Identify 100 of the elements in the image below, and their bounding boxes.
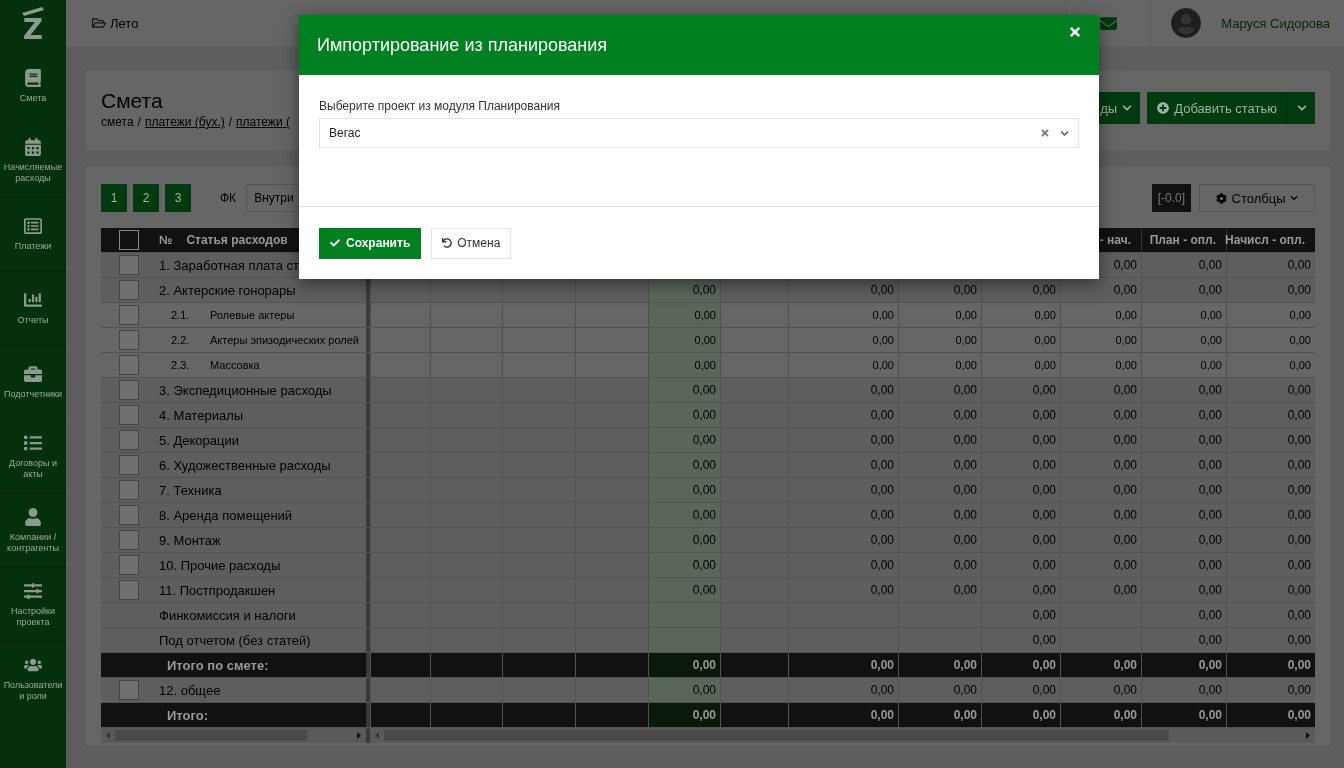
amount-cell: 0,00 [1141,603,1226,627]
row-checkbox[interactable] [119,680,139,700]
avatar [1171,8,1202,38]
amount-cell: 0,00 [1141,428,1226,452]
highlighted-cell: 0,00 [648,453,720,477]
amount-cell: 0,00 [1141,303,1226,327]
level-button[interactable]: 2 [133,184,159,212]
amount-cell: 0,00 [1141,553,1226,577]
amount-cell: 0,00 [981,628,1060,652]
caret-icon [1296,103,1307,113]
column-header[interactable]: Начисл - опл. [1226,228,1315,252]
amount-cell: 0,00 [788,553,898,577]
amount-cell: 0,00 [1060,503,1141,527]
sidebar-item[interactable]: Платежи [0,198,66,272]
row-checkbox[interactable] [119,530,139,550]
amount-cell: 0,00 [788,353,898,377]
expense-item-name: Под отчетом (без статей) [159,632,311,648]
clear-icon[interactable] [1040,128,1050,138]
scrollbar[interactable] [101,728,366,743]
amount-cell: 0,00 [788,378,898,402]
total-amount: 0,00 [1141,653,1226,677]
project-select[interactable]: Вегас [319,118,1079,148]
amount-cell: 0,00 [898,553,981,577]
highlighted-cell: 0,00 [648,703,720,727]
caret-icon [1122,103,1133,113]
amount-cell: 0,00 [1226,678,1315,702]
add-item-button[interactable]: Добавить статью [1147,92,1287,124]
sidebar-item[interactable]: Начисляемые расходы [0,124,66,198]
amount-cell: 0,00 [981,428,1060,452]
amount-cell: 0,00 [788,403,898,427]
highlighted-cell: 0,00 [648,303,720,327]
amount-cell: 0,00 [981,478,1060,502]
expense-item-name: Массовка [210,359,260,371]
amount-cell: 0,00 [788,528,898,552]
scrollbar[interactable] [370,728,1315,743]
amount-cell: 0,00 [1060,453,1141,477]
sidebar-item[interactable]: Смета [0,50,66,124]
columns-button[interactable]: Столбцы [1199,184,1315,212]
amount-cell: 0,00 [788,428,898,452]
amount-cell: 0,00 [788,328,898,352]
column-header[interactable]: План - опл. [1141,228,1226,252]
precision-button[interactable]: [-0.0] [1151,184,1191,212]
row-checkbox[interactable] [119,255,139,275]
project-link[interactable]: Лето [92,15,139,31]
sidebar-item[interactable]: Подотчетники [0,346,66,420]
settings-icon [1215,192,1227,204]
amount-cell: 0,00 [788,678,898,702]
expense-item-name: 6. Художественные расходы [159,457,331,473]
expense-item-name: 12. общее [159,682,221,698]
amount-cell: 0,00 [1141,528,1226,552]
amount-cell: 0,00 [1060,678,1141,702]
cancel-button[interactable]: Отмена [431,227,512,259]
amount-cell: 0,00 [1226,503,1315,527]
select-all-checkbox[interactable] [119,230,139,250]
row-checkbox[interactable] [119,505,139,525]
row-checkbox[interactable] [119,405,139,425]
expense-item-name: 10. Прочие расходы [159,557,281,573]
amount-cell: 0,00 [1226,553,1315,577]
highlighted-cell: 0,00 [648,653,720,677]
save-button[interactable]: Сохранить [319,227,422,259]
row-checkbox[interactable] [119,380,139,400]
column-header: № [159,233,173,247]
caret-button[interactable] [1287,92,1315,124]
plus-icon [1157,102,1170,114]
breadcrumb-link[interactable]: платежи (бух.) [144,115,225,129]
expense-item-name: 9. Монтаж [159,532,221,548]
highlighted-cell: 0,00 [648,378,720,402]
bar-chart-icon [24,291,42,310]
row-checkbox[interactable] [119,580,139,600]
amount-cell: 0,00 [1226,303,1315,327]
row-checkbox[interactable] [119,355,139,375]
amount-cell: 0,00 [981,503,1060,527]
row-checkbox[interactable] [119,480,139,500]
sidebar-item[interactable]: Договоры и акты [0,420,66,494]
breadcrumb-link[interactable]: платежи ( [236,115,290,129]
sidebar-item[interactable]: Настройки проекта [0,568,66,642]
column-header: Статья расходов [186,233,288,247]
level-button[interactable]: 1 [101,184,127,212]
expense-item-name: 11. Постпродакшен [159,582,276,598]
amount-cell: 0,00 [1060,403,1141,427]
row-checkbox[interactable] [119,455,139,475]
undo-icon [442,238,453,248]
row-checkbox[interactable] [119,430,139,450]
sidebar-item[interactable]: Отчеты [0,272,66,346]
total-label: Итого: [166,707,208,723]
mail-icon[interactable] [1099,14,1117,32]
sidebar-item[interactable]: Пользователи и роли [0,642,66,716]
logo[interactable]: Z [21,6,45,44]
highlighted-cell: 0,00 [648,428,720,452]
row-checkbox[interactable] [119,555,139,575]
total-amount: 0,00 [1226,653,1315,677]
amount-cell: 0,00 [981,553,1060,577]
close-button[interactable] [1068,25,1082,39]
level-button[interactable]: 3 [165,184,191,212]
amount-cell: 0,00 [1141,378,1226,402]
row-checkbox[interactable] [119,330,139,350]
row-checkbox[interactable] [119,280,139,300]
row-checkbox[interactable] [119,305,139,325]
book-icon [24,69,42,88]
sidebar-item[interactable]: Компании / контрагенты [0,494,66,568]
